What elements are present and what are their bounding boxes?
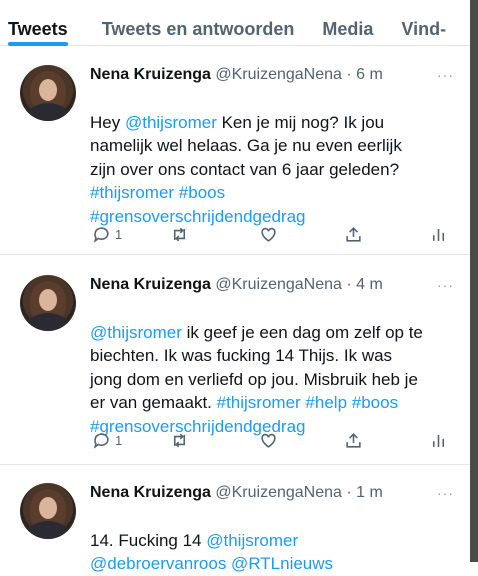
heart-icon (261, 433, 276, 448)
tweet-content: Nena Kruizenga @KruizengaNena · 6 m ··· … (90, 65, 456, 228)
retweet-button[interactable] (170, 225, 189, 244)
profile-tabs: Tweets Tweets en antwoorden Media Vind- (0, 0, 470, 46)
tweet-actions: 1 (0, 429, 470, 451)
author-handle[interactable]: @KruizengaNena (215, 484, 342, 501)
reply-button[interactable]: 1 (92, 431, 122, 450)
tweet-actions: 1 (0, 223, 470, 245)
avatar[interactable] (20, 65, 76, 121)
avatar-body (26, 103, 70, 121)
author-name[interactable]: Nena Kruizenga (90, 484, 211, 501)
like-button[interactable] (259, 225, 278, 244)
avatar-body (26, 313, 70, 331)
author-name[interactable]: Nena Kruizenga (90, 66, 211, 83)
tweet-text-segment: Hey (90, 112, 125, 132)
analytics-button[interactable] (429, 225, 448, 244)
share-icon (346, 226, 361, 242)
reply-button[interactable]: 1 (92, 225, 122, 244)
more-icon[interactable]: ··· (437, 65, 454, 85)
tweet-time[interactable]: · 4 m (346, 276, 382, 293)
tweet-header: Nena Kruizenga @KruizengaNena · 6 m ··· (90, 65, 456, 85)
tweet-header: Nena Kruizenga @KruizengaNena · 4 m ··· (90, 275, 456, 295)
tweet-text: 14. Fucking 14 @thijsromer @debroervanro… (90, 505, 456, 576)
author-name[interactable]: Nena Kruizenga (90, 276, 211, 293)
tweet-content: Nena Kruizenga @KruizengaNena · 4 m ··· … (90, 275, 456, 438)
reply-count: 1 (115, 226, 123, 242)
author-handle[interactable]: @KruizengaNena (215, 276, 342, 293)
tab-tweets[interactable]: Tweets (8, 0, 68, 46)
reply-count: 1 (115, 432, 123, 448)
share-icon (346, 432, 361, 448)
tweet[interactable]: Nena Kruizenga @KruizengaNena · 1 m ··· … (0, 465, 470, 573)
tab-media[interactable]: Media (322, 0, 373, 46)
avatar[interactable] (20, 275, 76, 331)
reply-icon (93, 226, 109, 243)
hashtag-link[interactable]: #thijsromer #boos #grensoverschrijdendge… (90, 183, 305, 226)
avatar-face (39, 289, 57, 311)
tab-likes[interactable]: Vind- (401, 0, 446, 46)
analytics-icon (432, 434, 445, 447)
analytics-button[interactable] (429, 431, 448, 450)
tab-tweets-and-replies[interactable]: Tweets en antwoorden (102, 0, 295, 46)
more-icon[interactable]: ··· (437, 275, 454, 295)
mention-link[interactable]: @thijsromer (125, 113, 217, 132)
tweet-header: Nena Kruizenga @KruizengaNena · 1 m ··· (90, 483, 456, 503)
retweet-icon (173, 433, 186, 447)
edge-strip (470, 0, 478, 562)
tweet-time[interactable]: · 6 m (346, 66, 382, 83)
reply-icon (93, 432, 109, 449)
more-icon[interactable]: ··· (437, 483, 454, 503)
avatar-face (39, 497, 57, 519)
tweet-text: Hey @thijsromer Ken je mij nog? Ik jou n… (90, 87, 456, 228)
heart-icon (261, 227, 276, 242)
retweet-button[interactable] (170, 431, 189, 450)
author-handle[interactable]: @KruizengaNena (215, 66, 342, 83)
share-button[interactable] (344, 225, 363, 244)
share-button[interactable] (344, 431, 363, 450)
mention-link[interactable]: @thijsromer (90, 323, 182, 342)
tweet[interactable]: Nena Kruizenga @KruizengaNena · 4 m ··· … (0, 255, 470, 465)
analytics-icon (432, 228, 445, 241)
avatar[interactable] (20, 483, 76, 539)
tweet-text: @thijsromer ik geef je een dag om zelf o… (90, 297, 456, 438)
tweet-text-segment: 14. Fucking 14 (90, 530, 207, 550)
tweet-time[interactable]: · 1 m (346, 484, 382, 501)
tweet[interactable]: Nena Kruizenga @KruizengaNena · 6 m ··· … (0, 47, 470, 255)
like-button[interactable] (259, 431, 278, 450)
avatar-face (39, 79, 57, 101)
retweet-icon (173, 227, 186, 241)
avatar-body (26, 521, 70, 539)
